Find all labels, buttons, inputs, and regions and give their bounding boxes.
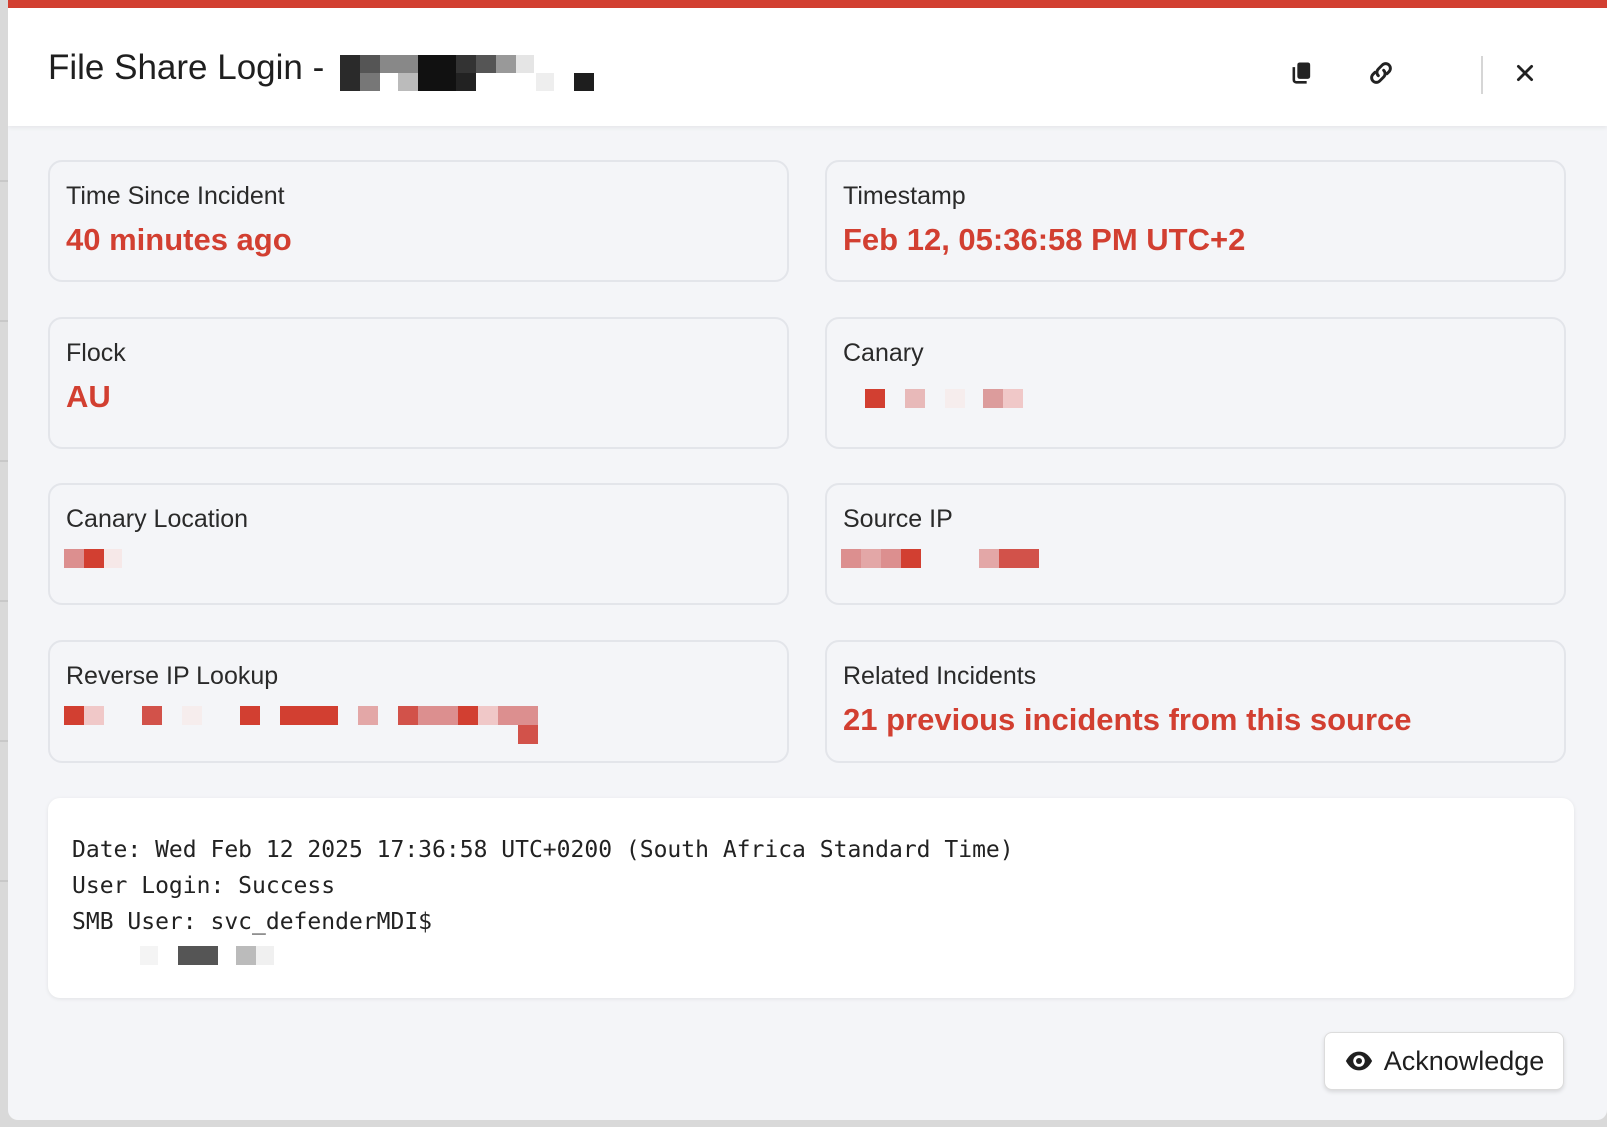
modal-title-text: File Share Login - bbox=[48, 48, 325, 87]
card-time-since-incident: Time Since Incident 40 minutes ago bbox=[48, 160, 789, 282]
redacted-canary-name bbox=[865, 389, 1025, 408]
card-label: Flock bbox=[66, 339, 126, 367]
card-label: Timestamp bbox=[843, 182, 966, 210]
redacted-reverse-ip bbox=[64, 706, 544, 746]
card-related-incidents: Related Incidents 21 previous incidents … bbox=[825, 640, 1566, 763]
modal-header: File Share Login - bbox=[8, 8, 1607, 126]
incident-log-details: Date: Wed Feb 12 2025 17:36:58 UTC+0200 … bbox=[48, 798, 1574, 998]
redacted-title-suffix bbox=[340, 49, 600, 91]
card-source-ip: Source IP bbox=[825, 483, 1566, 605]
eye-icon bbox=[1345, 1051, 1372, 1071]
link-icon[interactable] bbox=[1364, 56, 1398, 90]
card-reverse-ip-lookup: Reverse IP Lookup bbox=[48, 640, 789, 763]
related-incidents-link[interactable]: 21 previous incidents from this source bbox=[843, 702, 1412, 738]
log-line-date: Date: Wed Feb 12 2025 17:36:58 UTC+0200 … bbox=[72, 837, 1014, 863]
card-canary: Canary bbox=[825, 317, 1566, 449]
acknowledge-label: Acknowledge bbox=[1383, 1045, 1545, 1076]
modal-title: File Share Login - bbox=[48, 48, 600, 91]
card-label: Related Incidents bbox=[843, 662, 1037, 690]
card-label: Reverse IP Lookup bbox=[66, 662, 279, 690]
card-canary-location: Canary Location bbox=[48, 483, 789, 605]
card-timestamp: Timestamp Feb 12, 05:36:58 PM UTC+2 bbox=[825, 160, 1566, 282]
log-line-smb-user: SMB User: svc_defenderMDI$ bbox=[72, 909, 433, 935]
card-value: Feb 12, 05:36:58 PM UTC+2 bbox=[843, 222, 1246, 257]
card-label: Canary bbox=[843, 339, 924, 367]
header-divider bbox=[1481, 56, 1483, 94]
copy-icon[interactable] bbox=[1285, 56, 1319, 90]
card-label: Time Since Incident bbox=[66, 182, 285, 210]
log-line-user-login: User Login: Success bbox=[72, 873, 336, 899]
card-flock: Flock AU bbox=[48, 317, 789, 449]
acknowledge-button[interactable]: Acknowledge bbox=[1324, 1032, 1564, 1090]
card-value: AU bbox=[66, 379, 111, 414]
card-label: Canary Location bbox=[66, 505, 249, 533]
redacted-canary-location bbox=[64, 549, 124, 568]
alert-accent-bar bbox=[8, 0, 1607, 8]
close-icon[interactable] bbox=[1508, 56, 1542, 90]
card-label: Source IP bbox=[843, 505, 953, 533]
card-value: 40 minutes ago bbox=[66, 222, 292, 257]
redacted-log-line bbox=[72, 940, 1550, 970]
incident-modal: File Share Login - Time Since Incident 4… bbox=[8, 0, 1607, 1120]
redacted-source-ip bbox=[841, 549, 1041, 568]
